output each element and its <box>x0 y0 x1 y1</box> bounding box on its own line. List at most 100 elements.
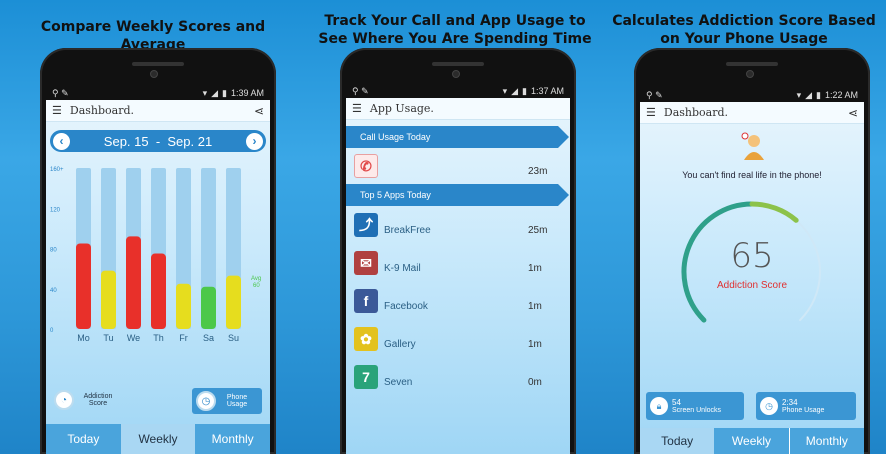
hamburger-menu-icon[interactable]: ☰ <box>52 104 62 117</box>
app-bar-title: Dashboard. <box>69 104 135 117</box>
screen-unlocks-value: 54 <box>672 398 681 407</box>
chart-legend: ◔ Addiction Score ◷ Phone Usage <box>46 386 270 418</box>
hamburger-menu-icon[interactable]: ☰ <box>646 106 656 119</box>
app-usage-value: 1m <box>528 300 542 312</box>
signal-icon: ◢ <box>805 89 813 100</box>
status-time: 1:39 AM <box>230 88 264 98</box>
bar-fr[interactable] <box>176 283 191 329</box>
battery-icon: ▮ <box>816 89 821 100</box>
wifi-icon: ▾ <box>202 87 208 98</box>
clock-icon: ◷ <box>760 397 778 415</box>
addiction-score-toggle[interactable]: ◔ Addiction Score <box>54 390 118 410</box>
app-usage-value: 1m <box>528 262 542 274</box>
hamburger-menu-icon[interactable]: ☰ <box>352 102 362 115</box>
status-bar: ⚲ ✎ ▾ ◢ ▮ 1:22 AM <box>640 88 864 102</box>
phone-usage-toggle[interactable]: ◷ Phone Usage <box>192 388 262 414</box>
clock-icon: ◷ <box>196 391 216 411</box>
panel-title-score: Calculates Addiction Score Based on Your… <box>612 13 876 47</box>
x-tick-label: Fr <box>179 333 188 343</box>
app-name: Facebook <box>384 300 428 312</box>
battery-icon: ▮ <box>522 85 527 96</box>
status-bar: ⚲ ✎ ▾ ◢ ▮ 1:39 AM <box>46 86 270 100</box>
app-usage-value: 25m <box>528 224 548 236</box>
phone-usage-value: 2:34 <box>782 398 798 407</box>
call-usage-row[interactable]: ✆ 23m <box>346 148 570 184</box>
wifi-icon: ▾ <box>796 89 802 100</box>
share-icon[interactable]: ⋖ <box>254 104 264 118</box>
status-time: 1:37 AM <box>530 86 564 96</box>
y-tick-label: 0 <box>50 328 54 334</box>
avg-label: Avg <box>251 276 261 282</box>
y-tick-label: 120 <box>50 207 61 213</box>
period-tabs: Today Weekly Monthly <box>46 424 270 454</box>
score-screen: ⚲ ✎ ▾ ◢ ▮ 1:22 AM ☰ Dashboard. ⋖ You can't … <box>640 88 864 454</box>
app-row[interactable]: ✿ Gallery 1m <box>346 320 570 358</box>
x-tick-label: We <box>127 333 140 343</box>
x-tick-label: Sa <box>203 333 214 343</box>
share-icon[interactable]: ⋖ <box>848 106 858 120</box>
status-bar: ⚲ ✎ ▾ ◢ ▮ 1:37 AM <box>346 84 570 98</box>
status-time: 1:22 AM <box>824 90 858 100</box>
k9-mail-icon: ✉ <box>354 251 378 275</box>
x-tick-label: Tu <box>103 333 113 343</box>
phone-usage-label: Phone Usage <box>782 407 825 414</box>
x-tick-label: Su <box>228 333 239 343</box>
tab-weekly[interactable]: Weekly <box>714 428 790 454</box>
panel-title-usage: Track Your Call and App Usage to See Whe… <box>318 13 592 47</box>
phone-usage: ⚲ ✎ ▾ ◢ ▮ 1:37 AM ☰ App Usage. Call Usage T… <box>340 48 576 454</box>
phone-usage-card[interactable]: ◷ 2:34 Phone Usage <box>756 392 856 420</box>
gauge-icon: ◔ <box>54 390 74 410</box>
bar-we[interactable] <box>126 236 141 329</box>
tab-today[interactable]: Today <box>46 424 121 454</box>
bar-th[interactable] <box>151 253 166 329</box>
y-tick-label: 80 <box>50 248 57 254</box>
app-bar: ☰ App Usage. <box>346 98 570 120</box>
tab-weekly[interactable]: Weekly <box>120 424 196 454</box>
app-bar: ☰ Dashboard. ⋖ <box>640 102 864 124</box>
addiction-score-toggle-label: Addiction Score <box>83 393 113 407</box>
y-tick-label: 40 <box>50 288 57 294</box>
period-tabs: Today Weekly Monthly <box>640 428 864 454</box>
x-tick-label: Th <box>153 333 164 343</box>
app-bar-title: App Usage. <box>369 102 434 115</box>
call-usage-header: Call Usage Today <box>346 126 569 148</box>
weekly-bar-chart: 160+ 120 80 40 0 Mo Tu We Th Fr Sa Su Avg60 <box>50 167 261 343</box>
tab-today[interactable]: Today <box>640 428 715 454</box>
app-store-banner: Compare Weekly Scores and Average Track … <box>0 0 886 454</box>
bar-sa[interactable] <box>201 286 216 329</box>
app-usage-value: 0m <box>528 376 542 388</box>
app-row[interactable]: ⤴ BreakFree 25m <box>346 206 570 244</box>
monk-mascot-icon <box>740 132 766 162</box>
app-usage-value: 1m <box>528 338 542 350</box>
gauge-fill-segment <box>749 201 799 223</box>
lock-icon: 🔒︎ <box>650 397 668 415</box>
app-row[interactable]: f Facebook 1m <box>346 282 570 320</box>
bar-mo[interactable] <box>76 243 91 329</box>
score-value: 65 <box>730 236 774 276</box>
breakfree-icon: ⤴ <box>354 213 378 237</box>
screen-unlocks-card[interactable]: 🔒︎ 54 Screen Unlocks <box>646 392 744 420</box>
tab-monthly[interactable]: Monthly <box>790 428 864 454</box>
app-name: Gallery <box>384 338 416 350</box>
bar-su[interactable] <box>226 275 241 329</box>
status-left-icons: ⚲ ✎ <box>52 87 69 98</box>
chevron-right-icon[interactable]: › <box>246 132 263 150</box>
phone-usage-toggle-label: Phone Usage <box>226 394 248 408</box>
wifi-icon: ▾ <box>502 85 508 96</box>
app-row[interactable]: 7 Seven 0m <box>346 358 570 396</box>
top-apps-list: ⤴ BreakFree 25m ✉ K-9 Mail 1m f Facebook 1m ✿ Gall… <box>346 206 570 396</box>
bar-tu[interactable] <box>101 270 116 329</box>
y-tick-label: 160+ <box>50 167 64 173</box>
phone-score: ⚲ ✎ ▾ ◢ ▮ 1:22 AM ☰ Dashboard. ⋖ You can't … <box>634 48 870 454</box>
phone-weekly: ⚲ ✎ ▾ ◢ ▮ 1:39 AM ☰ Dashboard. ⋖ ‹ Sep. 15 … <box>40 48 276 454</box>
chevron-left-icon[interactable]: ‹ <box>53 132 70 150</box>
motivation-message: You can't find real life in the phone! <box>682 170 822 180</box>
app-bar-title: Dashboard. <box>663 106 729 119</box>
app-row[interactable]: ✉ K-9 Mail 1m <box>346 244 570 282</box>
date-range: Sep. 15 - Sep. 21 <box>103 133 213 149</box>
avg-value: 60 <box>253 283 260 289</box>
signal-icon: ◢ <box>511 85 519 96</box>
tab-monthly[interactable]: Monthly <box>195 424 270 454</box>
status-left-icons: ⚲ ✎ <box>646 89 663 100</box>
weekly-screen: ⚲ ✎ ▾ ◢ ▮ 1:39 AM ☰ Dashboard. ⋖ ‹ Sep. 15 … <box>46 86 270 454</box>
